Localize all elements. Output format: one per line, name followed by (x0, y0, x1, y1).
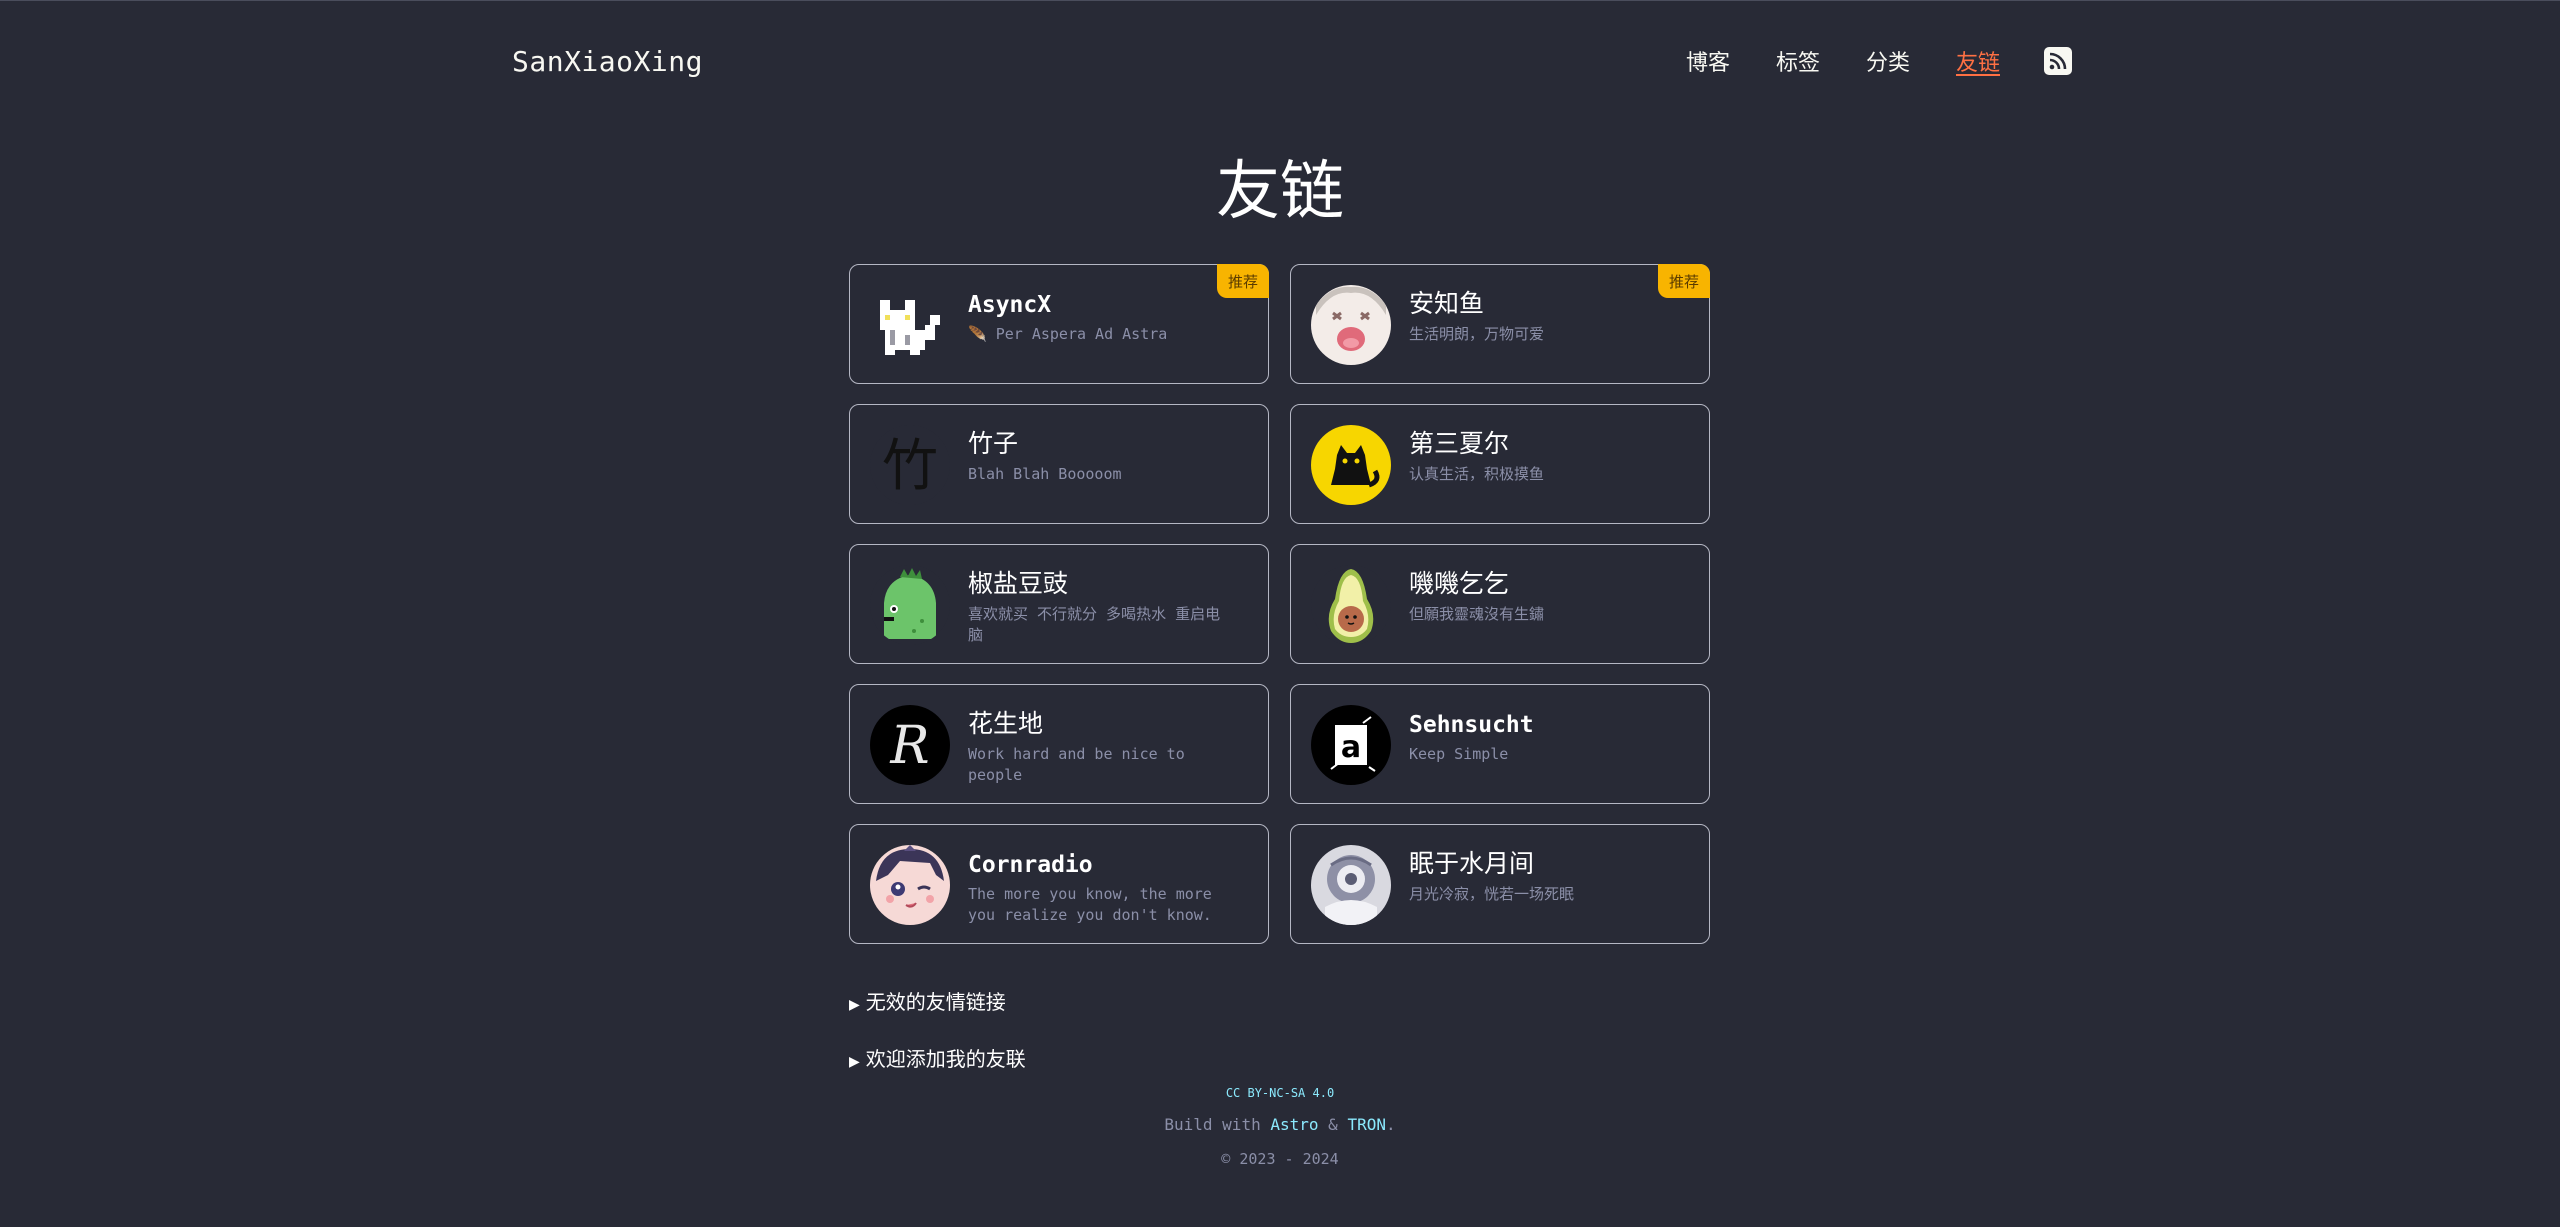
green-dino-avatar (870, 565, 950, 645)
friend-card-jijiqiqi[interactable]: 嘰嘰乞乞 但願我靈魂沒有生鏽 (1290, 544, 1710, 664)
anime-face-avatar (1311, 285, 1391, 365)
nav-friends[interactable]: 友链 (1956, 45, 2000, 77)
pixel-cat-avatar (870, 285, 950, 365)
friend-name: 椒盐豆豉 (968, 571, 1069, 598)
caret-right-icon: ▶ (849, 1055, 860, 1070)
add-me-section[interactable]: ▶ 欢迎添加我的友联 (849, 1043, 1026, 1072)
friend-desc: 生活明朗，万物可爱 (1409, 325, 1545, 343)
friend-name: 安知鱼 (1409, 291, 1485, 318)
friend-desc: Work hard and be nice to people (968, 745, 1185, 784)
main-nav: 博客 标签 分类 友链 (1640, 45, 2072, 77)
friend-desc: Blah Blah Booooom (968, 465, 1122, 483)
friend-card-mianyushuiyuejian[interactable]: 眠于水月间 月光冷寂，恍若一场死眠 (1290, 824, 1710, 944)
friend-desc: The more you know, the more you realize … (968, 885, 1212, 924)
nav-blog[interactable]: 博客 (1686, 45, 1730, 77)
site-header: SanXiaoXing 博客 标签 分类 友链 (512, 36, 2072, 86)
friend-card-disanxiaer[interactable]: 第三夏尔 认真生活，积极摸鱼 (1290, 404, 1710, 524)
top-border (0, 0, 2560, 1)
license-link[interactable]: CC BY-NC-SA 4.0 (1226, 1086, 1334, 1100)
friend-name: Cornradio (968, 852, 1093, 878)
svg-text:a: a (1341, 730, 1361, 765)
caret-right-icon: ▶ (849, 998, 860, 1013)
avocado-avatar (1311, 565, 1391, 645)
friend-card-asyncx[interactable]: AsyncX 🪶 Per Aspera Ad Astra 推荐 (849, 264, 1269, 384)
anime-gray-avatar (1311, 845, 1391, 925)
copyright: © 2023 - 2024 (1221, 1150, 1339, 1168)
rss-icon[interactable] (2044, 47, 2072, 75)
site-logo[interactable]: SanXiaoXing (512, 45, 703, 78)
friend-desc: Keep Simple (1409, 745, 1509, 763)
recommend-badge: 推荐 (1658, 264, 1710, 298)
bamboo-character-avatar: 竹 (870, 425, 950, 505)
friend-desc: 🪶 Per Aspera Ad Astra (968, 325, 1168, 343)
invalid-links-toggle[interactable]: ▶ 无效的友情链接 (849, 986, 1006, 1015)
black-cat-avatar (1311, 425, 1391, 505)
friend-desc: 认真生活，积极摸鱼 (1409, 465, 1545, 483)
page-title: 友链 (1216, 156, 1344, 227)
friend-desc: 但願我靈魂沒有生鏽 (1409, 605, 1545, 623)
friend-name: 竹子 (968, 431, 1019, 458)
friend-name: 花生地 (968, 711, 1044, 738)
friend-name: AsyncX (968, 292, 1052, 318)
ink-logo-avatar: a (1311, 705, 1391, 785)
friend-card-sehnsucht[interactable]: a Sehnsucht Keep Simple (1290, 684, 1710, 804)
add-me-toggle[interactable]: ▶ 欢迎添加我的友联 (849, 1043, 1026, 1072)
friend-card-huashengdi[interactable]: R 花生地 Work hard and be nice to people (849, 684, 1269, 804)
friend-card-jiaoyandouchi[interactable]: 椒盐豆豉 喜欢就买 不行就分 多喝热水 重启电脑 (849, 544, 1269, 664)
friend-name: 第三夏尔 (1409, 431, 1510, 458)
invalid-links-section[interactable]: ▶ 无效的友情链接 (849, 986, 1006, 1015)
friend-card-anzhiyu[interactable]: 安知鱼 生活明朗，万物可爱 推荐 (1290, 264, 1710, 384)
svg-text:R: R (889, 716, 929, 776)
friend-card-cornradio[interactable]: Cornradio The more you know, the more yo… (849, 824, 1269, 944)
friend-links-grid: AsyncX 🪶 Per Aspera Ad Astra 推荐 安知鱼 生活明朗… (849, 264, 1711, 944)
recommend-badge: 推荐 (1217, 264, 1269, 298)
friend-desc: 月光冷寂，恍若一场死眠 (1409, 885, 1575, 903)
svg-text:竹: 竹 (882, 434, 938, 499)
friend-desc: 喜欢就买 不行就分 多喝热水 重启电脑 (968, 605, 1221, 644)
friend-name: 嘰嘰乞乞 (1409, 571, 1510, 598)
astro-link[interactable]: Astro (1270, 1115, 1318, 1134)
site-footer: CC BY-NC-SA 4.0 Build with Astro & TRON.… (0, 1082, 2560, 1168)
nav-categories[interactable]: 分类 (1866, 45, 1910, 77)
anime-wink-avatar (870, 845, 950, 925)
build-info: Build with Astro & TRON. (1164, 1115, 1396, 1134)
friend-name: 眠于水月间 (1409, 851, 1535, 878)
tron-link[interactable]: TRON (1347, 1115, 1386, 1134)
letter-r-avatar: R (870, 705, 950, 785)
friend-name: Sehnsucht (1409, 712, 1534, 738)
nav-tags[interactable]: 标签 (1776, 45, 1820, 77)
friend-card-zhuzi[interactable]: 竹 竹子 Blah Blah Booooom (849, 404, 1269, 524)
